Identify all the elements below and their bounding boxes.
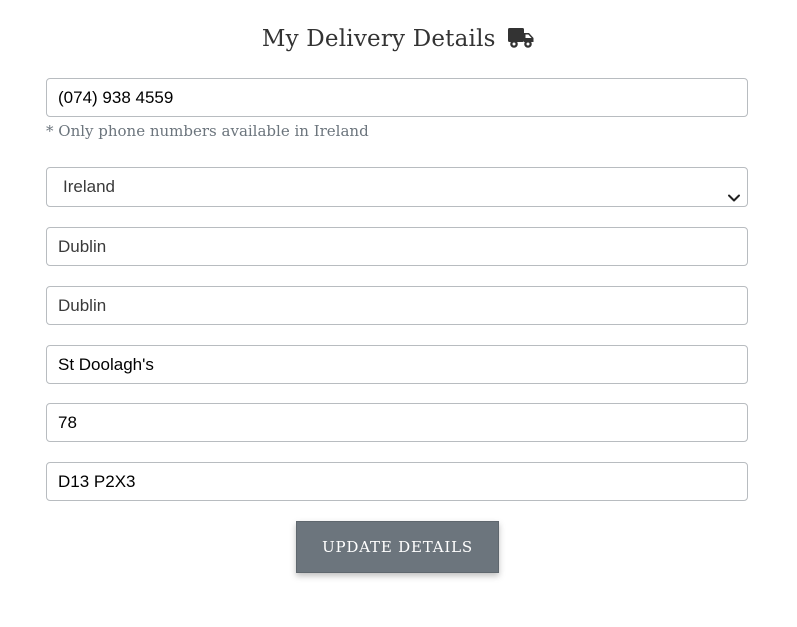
house-number-input[interactable]: 78: [46, 403, 748, 442]
eircode-input[interactable]: D13 P2X3: [46, 462, 748, 501]
title-text: My Delivery Details: [261, 26, 496, 52]
delivery-details-form: My Delivery Details (074) 938 4559 * Onl…: [0, 0, 797, 627]
country-select-value: Ireland: [63, 177, 115, 196]
phone-helper-text: * Only phone numbers available in Irelan…: [46, 122, 369, 140]
country-select[interactable]: Ireland: [46, 167, 748, 207]
city-input[interactable]: Dublin: [46, 286, 748, 325]
street-input[interactable]: St Doolagh's: [46, 345, 748, 384]
truck-icon: [507, 26, 535, 56]
page-title: My Delivery Details: [0, 26, 797, 56]
chevron-down-icon: [727, 181, 741, 202]
county-input[interactable]: Dublin: [46, 227, 748, 266]
phone-input[interactable]: (074) 938 4559: [46, 78, 748, 117]
update-details-button[interactable]: UPDATE DETAILS: [296, 521, 499, 573]
